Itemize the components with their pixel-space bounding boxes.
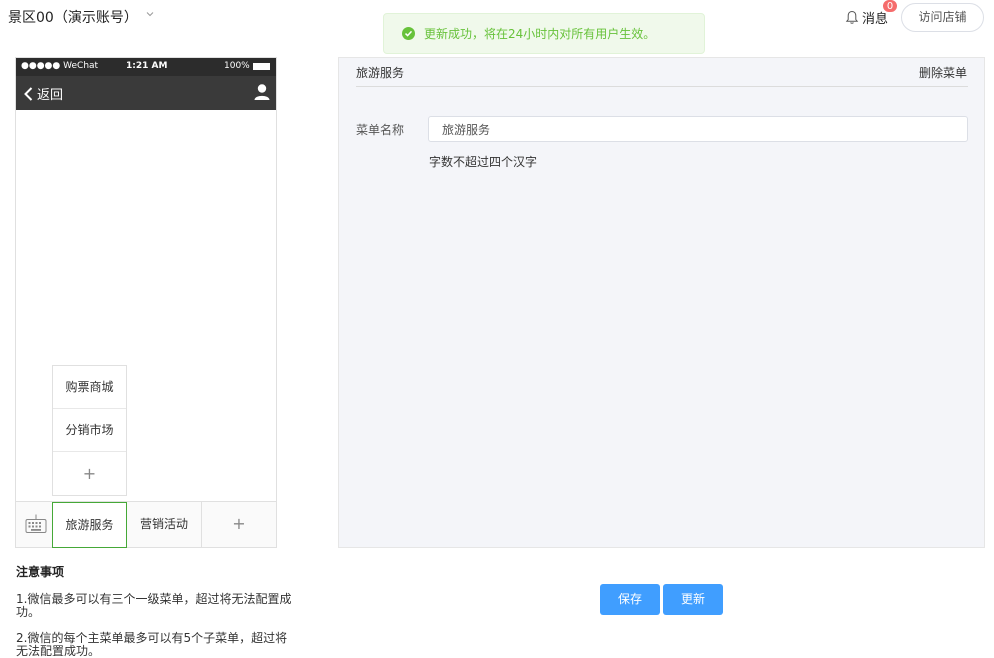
chevron-left-icon — [24, 86, 33, 101]
messages-badge: 0 — [882, 0, 898, 13]
menu-edit-panel: 旅游服务 删除菜单 菜单名称 字数不超过四个汉字 — [338, 57, 985, 548]
menu-item-marketing-activity[interactable]: 营销活动 — [127, 502, 202, 548]
shop-name[interactable]: 景区00（演示账号） — [8, 7, 138, 27]
user-icon[interactable] — [253, 83, 271, 101]
status-time: 1:21 AM — [126, 61, 168, 71]
notes-title: 注意事项 — [16, 565, 65, 579]
menu-name-hint: 字数不超过四个汉字 — [429, 155, 538, 169]
success-toast: 更新成功，将在24小时内对所有用户生效。 — [383, 13, 705, 54]
toast-message: 更新成功，将在24小时内对所有用户生效。 — [424, 27, 656, 41]
menu-name-input[interactable] — [428, 116, 968, 142]
edit-panel-title: 旅游服务 — [356, 66, 405, 80]
battery-text: 100% — [224, 61, 250, 71]
sub-menu: 购票商城 分销市场 + — [52, 365, 127, 496]
menu-bar: 旅游服务 营销活动 + — [16, 501, 276, 548]
top-bar: 景区00（演示账号） 更新成功，将在24小时内对所有用户生效。 消息 0 访问店… — [0, 0, 994, 54]
phone-status-bar: ●●●●● WeChat 1:21 AM 100% — [16, 58, 276, 76]
update-button[interactable]: 更新 — [663, 584, 723, 615]
divider — [356, 86, 968, 87]
success-check-icon — [402, 27, 415, 40]
visit-store-button[interactable]: 访问店铺 — [901, 3, 984, 32]
menu-item-travel-service[interactable]: 旅游服务 — [52, 502, 127, 548]
carrier-text: ●●●●● WeChat — [21, 61, 99, 71]
save-button[interactable]: 保存 — [600, 584, 660, 615]
chevron-down-icon[interactable] — [146, 10, 154, 18]
menu-name-label: 菜单名称 — [356, 123, 405, 137]
add-sub-menu-button[interactable]: + — [53, 452, 126, 495]
phone-nav-bar: 返回 — [16, 76, 276, 110]
bell-icon — [845, 10, 859, 24]
sub-menu-item-ticket-mall[interactable]: 购票商城 — [53, 366, 126, 409]
messages-button[interactable]: 消息 0 — [845, 0, 898, 27]
back-button[interactable]: 返回 — [24, 84, 63, 103]
battery-icon — [253, 63, 270, 70]
back-label: 返回 — [37, 88, 64, 103]
delete-menu-button[interactable]: 删除菜单 — [919, 64, 967, 81]
note-item: 2.微信的每个主菜单最多可以有5个子菜单，超过将无法配置成功。 — [16, 631, 288, 658]
phone-preview: ●●●●● WeChat 1:21 AM 100% 返回 购票商城 分销市场 + — [15, 57, 277, 548]
note-item: 1.微信最多可以有三个一级菜单，超过将无法配置成功。 — [16, 592, 292, 619]
keyboard-icon[interactable] — [25, 514, 47, 534]
sub-menu-item-distribution-market[interactable]: 分销市场 — [53, 409, 126, 452]
add-menu-button[interactable]: + — [202, 502, 276, 548]
